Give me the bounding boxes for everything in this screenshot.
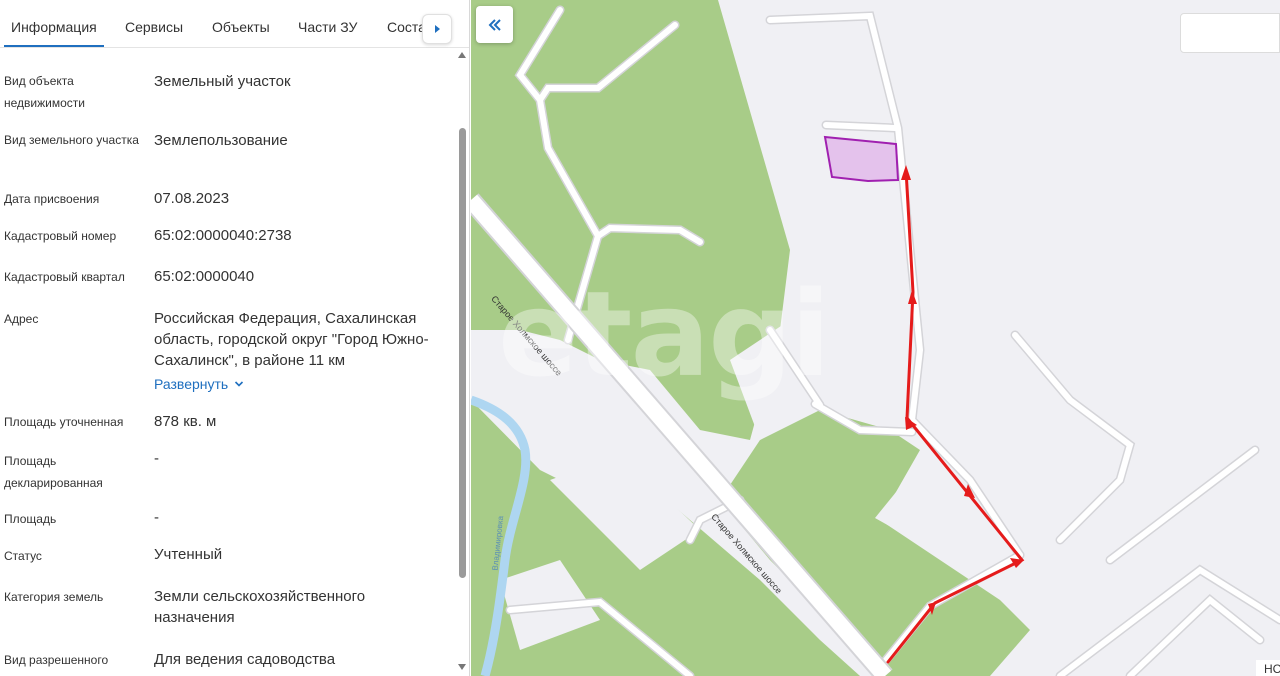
- tab-land-parts[interactable]: Части ЗУ: [298, 0, 357, 47]
- field-label: Адрес: [4, 312, 39, 326]
- map-corner-control[interactable]: НС: [1256, 660, 1280, 676]
- field-label: Дата присвоения: [4, 192, 100, 206]
- info-panel: Информация Сервисы Объекты Части ЗУ Сост…: [0, 0, 470, 676]
- field-label: Площадь: [4, 512, 57, 526]
- tab-services[interactable]: Сервисы: [125, 0, 183, 47]
- expand-address-link[interactable]: Развернуть: [154, 376, 244, 392]
- triangle-right-icon: [435, 25, 440, 33]
- field-label: Вид земельного участка: [4, 133, 139, 147]
- field-value: Землепользование: [154, 132, 288, 149]
- collapse-panel-button[interactable]: [476, 6, 513, 43]
- panel-scrollbar[interactable]: [457, 48, 469, 676]
- map-canvas: [471, 0, 1280, 676]
- tab-information[interactable]: Информация: [4, 0, 104, 47]
- field-label: Площадь декларированная: [4, 454, 103, 490]
- tabs-next-button[interactable]: [422, 14, 452, 44]
- field-label: Вид объекта недвижимости: [4, 74, 85, 110]
- chevron-down-icon: [235, 381, 244, 387]
- field-value: Для ведения садоводства: [154, 651, 336, 668]
- scroll-up-arrow[interactable]: [458, 52, 466, 58]
- field-value: -: [154, 509, 159, 526]
- field-value: 878 кв. м: [154, 413, 217, 430]
- field-value: -: [154, 450, 159, 467]
- field-label: Вид разрешенного: [4, 653, 109, 667]
- field-value: Земельный участок: [154, 73, 291, 90]
- field-value: Учтенный: [154, 546, 223, 563]
- field-label: Кадастровый квартал: [4, 270, 125, 284]
- scroll-down-arrow[interactable]: [458, 664, 466, 670]
- field-value: Российская Федерация, Сахалинская област…: [154, 310, 429, 369]
- field-label: Площадь уточненная: [4, 415, 124, 429]
- expand-label: Развернуть: [154, 376, 229, 392]
- tab-bar: Информация Сервисы Объекты Части ЗУ Сост…: [0, 0, 469, 48]
- field-value: Земли сельскохозяйственного назначения: [154, 588, 366, 626]
- field-label: Статус: [4, 549, 42, 563]
- field-label: Кадастровый номер: [4, 229, 117, 243]
- field-value: 65:02:0000040: [154, 268, 255, 285]
- tab-composition[interactable]: Соста: [387, 0, 426, 47]
- double-chevron-left-icon: [488, 18, 501, 31]
- land-parcel: [823, 135, 900, 183]
- map-view[interactable]: Старое Холмское шоссе Старое Холмское шо…: [471, 0, 1280, 676]
- tab-objects[interactable]: Объекты: [212, 0, 270, 47]
- scroll-thumb[interactable]: [459, 128, 466, 578]
- map-search-box[interactable]: [1180, 13, 1280, 53]
- field-value: 07.08.2023: [154, 190, 230, 207]
- field-label: Категория земель: [4, 590, 104, 604]
- field-value: 65:02:0000040:2738: [154, 227, 292, 244]
